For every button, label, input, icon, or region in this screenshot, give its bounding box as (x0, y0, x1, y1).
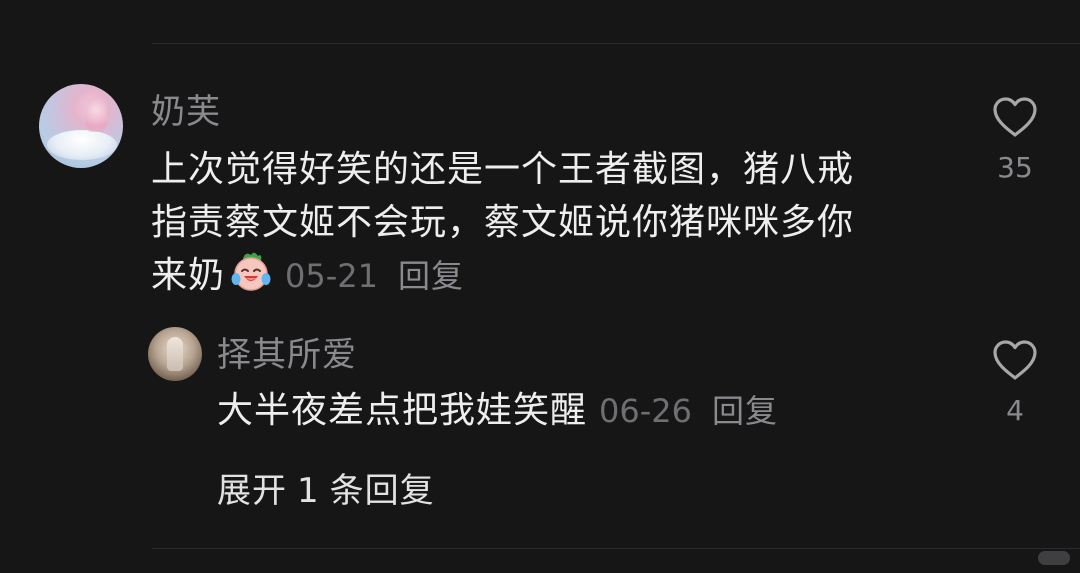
expand-suffix: 条回复 (329, 471, 435, 511)
comment-username[interactable]: 奶芙 (151, 84, 221, 133)
reply-text-content: 大半夜差点把我娃笑醒 (217, 390, 588, 431)
watermark-badge (1038, 551, 1070, 565)
comment-text-line: 指责蔡文姬不会玩，蔡文姬说你猪咪咪多你 (151, 202, 855, 243)
bottom-divider (152, 548, 1080, 549)
reply-username[interactable]: 择其所爱 (217, 327, 357, 376)
top-divider (152, 43, 1080, 44)
reply-like-button[interactable]: 4 (985, 338, 1045, 427)
reply-date: 06-26 (599, 392, 692, 430)
comment-text-line-last: 来奶 05-21 回复 (151, 249, 926, 303)
avatar[interactable] (39, 84, 123, 168)
like-count: 35 (997, 151, 1033, 184)
comment-text-line: 来奶 (151, 255, 226, 296)
reply-text: 大半夜差点把我娃笑醒 06-26 回复 (217, 384, 778, 438)
expand-count: 1 (297, 471, 320, 511)
like-button[interactable]: 35 (985, 95, 1045, 184)
heart-icon (993, 97, 1037, 137)
comment-text: 上次觉得好笑的还是一个王者截图，猪八戒 指责蔡文姬不会玩，蔡文姬说你猪咪咪多你 … (151, 143, 926, 303)
expand-prefix: 展开 (217, 471, 287, 511)
expand-replies-button[interactable]: 展开 1 条回复 (217, 463, 435, 512)
laughing-crying-emoji-icon (229, 249, 273, 293)
heart-icon (993, 340, 1037, 380)
comment-date: 05-21 (285, 257, 378, 295)
reply-avatar[interactable] (148, 327, 202, 381)
reply-like-count: 4 (1006, 394, 1024, 427)
reply-button[interactable]: 回复 (398, 257, 464, 295)
comment-text-line: 上次觉得好笑的还是一个王者截图，猪八戒 (151, 149, 855, 190)
reply-reply-button[interactable]: 回复 (712, 392, 778, 430)
